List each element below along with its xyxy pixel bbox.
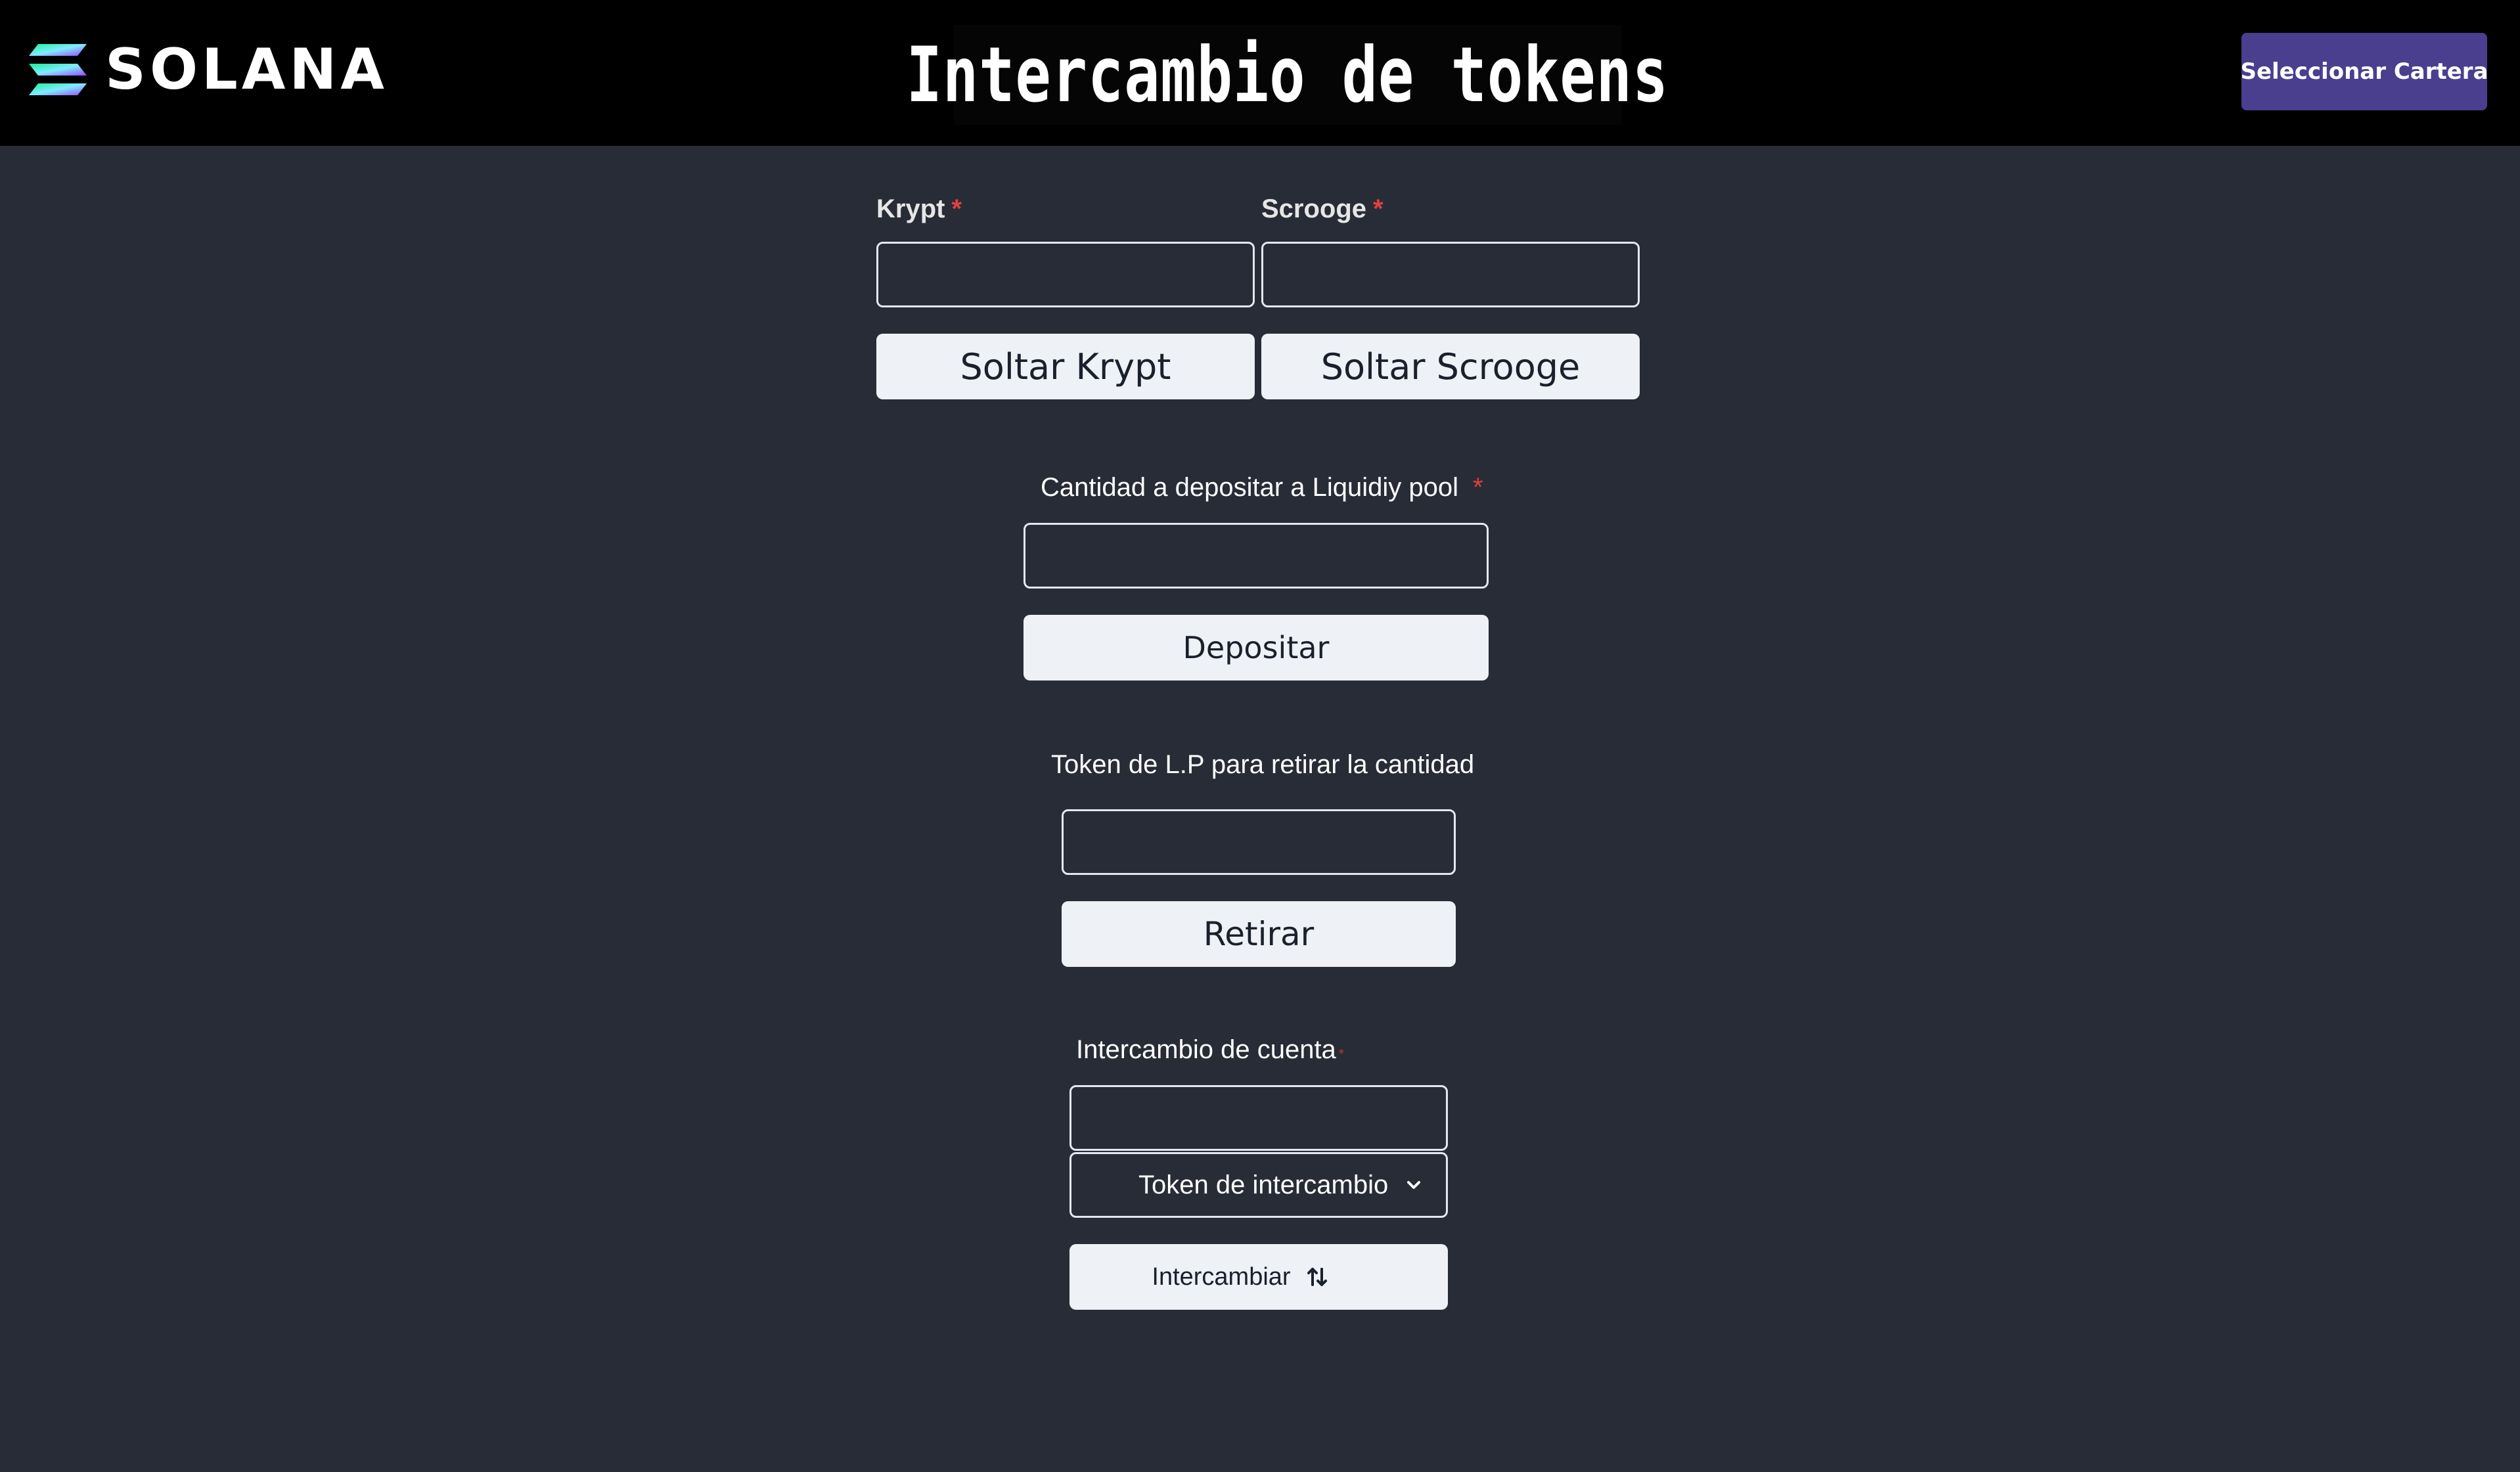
swap-button[interactable]: Intercambiar xyxy=(1069,1244,1448,1310)
krypt-label: Krypt * xyxy=(876,194,962,224)
withdraw-label-text: Token de L.P para retirar la cantidad xyxy=(1051,750,1475,779)
required-mark: * xyxy=(951,194,962,223)
drop-scrooge-button[interactable]: Soltar Scrooge xyxy=(1261,334,1640,399)
deposit-button[interactable]: Depositar xyxy=(1024,615,1489,680)
chevron-down-icon xyxy=(1407,1181,1420,1189)
logo-text: SOLANA xyxy=(105,37,388,102)
solana-logo: SOLANA xyxy=(29,37,388,102)
withdraw-label: Token de L.P para retirar la cantidad xyxy=(1051,750,1474,780)
swap-token-select[interactable]: Token de intercambio xyxy=(1069,1152,1448,1218)
drop-scrooge-label: Soltar Scrooge xyxy=(1320,346,1581,388)
deposit-label-text: Cantidad a depositar a Liquidiy pool xyxy=(1041,473,1458,502)
deposit-label: Cantidad a depositar a Liquidiy pool * xyxy=(1041,473,1483,502)
page-title-container: Intercambio de tokens xyxy=(907,25,1668,125)
krypt-input[interactable] xyxy=(876,242,1255,307)
select-wallet-button[interactable]: Seleccionar Cartera xyxy=(2240,33,2488,110)
scrooge-label-text: Scrooge xyxy=(1261,194,1367,223)
scrooge-input[interactable] xyxy=(1261,242,1640,307)
withdraw-button-label: Retirar xyxy=(1203,915,1315,953)
required-mark: * xyxy=(1338,1047,1344,1061)
swap-account-label-text: Intercambio de cuenta xyxy=(1076,1035,1336,1064)
drop-krypt-button[interactable]: Soltar Krypt xyxy=(876,334,1255,399)
lp-token-input[interactable] xyxy=(1062,809,1456,875)
solana-logo-icon xyxy=(29,44,87,95)
required-mark: * xyxy=(1373,194,1384,223)
swap-amount-input[interactable] xyxy=(1069,1085,1448,1151)
drop-krypt-label: Soltar Krypt xyxy=(960,346,1171,388)
swap-button-label: Intercambiar xyxy=(1152,1262,1291,1291)
scrooge-label: Scrooge * xyxy=(1261,194,1384,224)
deposit-button-label: Depositar xyxy=(1182,630,1330,665)
required-mark: * xyxy=(1473,473,1483,502)
withdraw-button[interactable]: Retirar xyxy=(1062,901,1456,967)
swap-account-label: Intercambio de cuenta * xyxy=(1076,1035,1344,1065)
deposit-amount-input[interactable] xyxy=(1024,523,1489,589)
page-title: Intercambio de tokens xyxy=(906,30,1669,120)
swap-token-select-value: Token de intercambio xyxy=(1138,1170,1389,1199)
krypt-label-text: Krypt xyxy=(876,194,945,223)
swap-arrows-icon xyxy=(1307,1268,1327,1286)
top-bar: SOLANA Intercambio de tokens Seleccionar… xyxy=(0,0,2520,146)
